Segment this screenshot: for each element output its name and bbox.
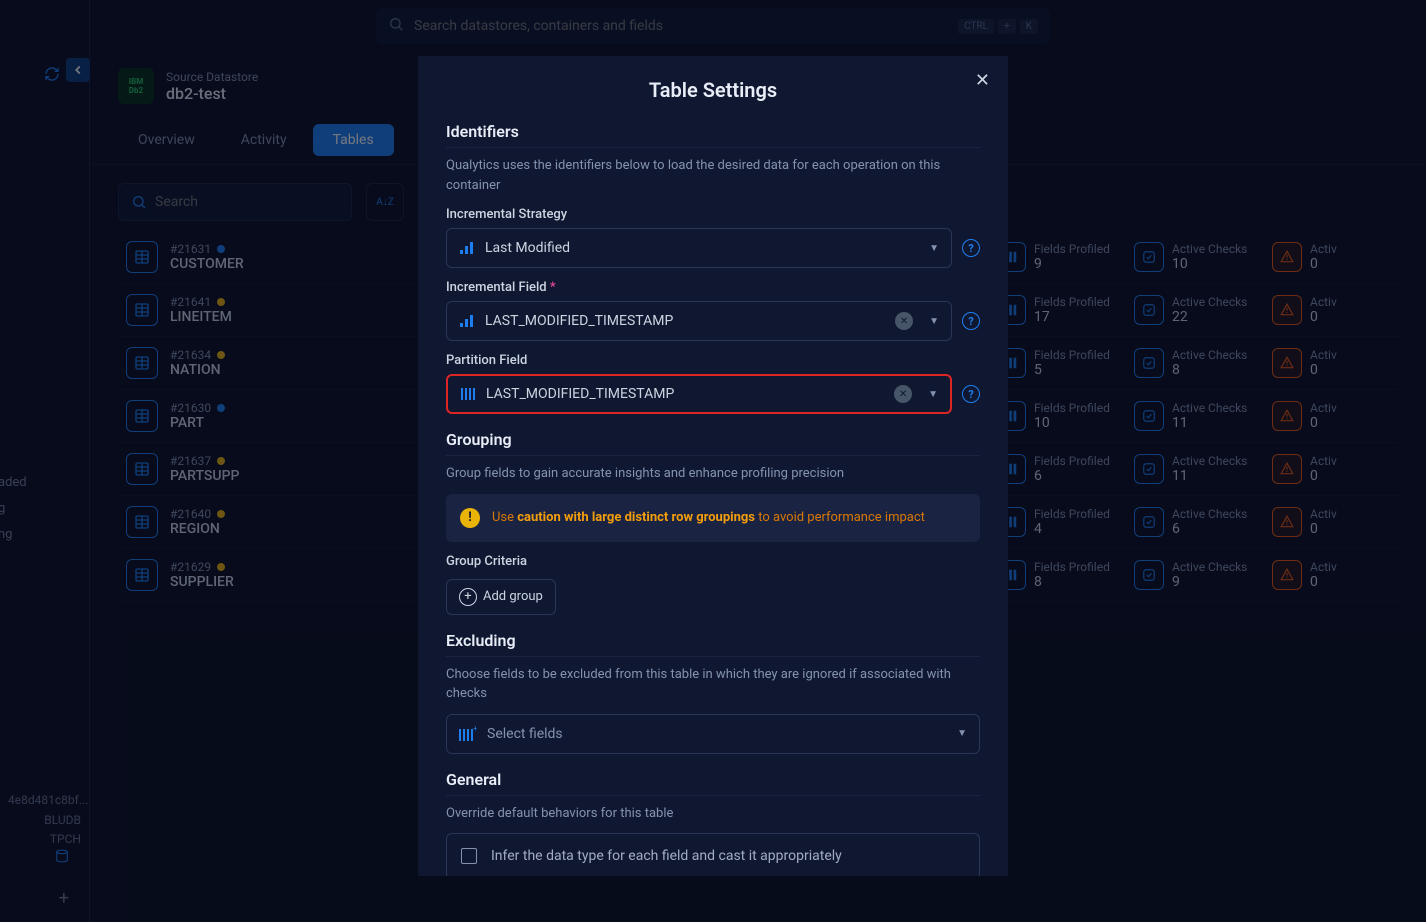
- infer-datatype-checkbox-row[interactable]: Infer the data type for each field and c…: [446, 833, 980, 876]
- incremental-strategy-select[interactable]: Last Modified ▼: [446, 228, 952, 268]
- excluding-desc: Choose fields to be excluded from this t…: [446, 665, 980, 704]
- partition-field-label: Partition Field: [446, 353, 980, 368]
- identifiers-desc: Qualytics uses the identifiers below to …: [446, 156, 980, 195]
- chevron-down-icon: ▼: [957, 728, 967, 739]
- chevron-down-icon: ▼: [929, 243, 939, 254]
- clear-icon[interactable]: ✕: [894, 385, 912, 403]
- help-icon[interactable]: ?: [962, 385, 980, 403]
- help-icon[interactable]: ?: [962, 312, 980, 330]
- incremental-field-select[interactable]: LAST_MODIFIED_TIMESTAMP ✕ ▼: [446, 301, 952, 341]
- inc-strategy-label: Incremental Strategy: [446, 207, 980, 222]
- identifiers-heading: Identifiers: [446, 122, 980, 141]
- bars-icon: [459, 240, 475, 256]
- plus-icon: +: [459, 588, 477, 606]
- add-group-button[interactable]: + Add group: [446, 579, 556, 615]
- columns-icon: [460, 386, 476, 402]
- checkbox[interactable]: [461, 848, 477, 864]
- warning-box: ! Use caution with large distinct row gr…: [446, 494, 980, 542]
- partition-field-select[interactable]: LAST_MODIFIED_TIMESTAMP ✕ ▼: [446, 374, 952, 414]
- warning-icon: !: [460, 508, 480, 528]
- close-icon[interactable]: ✕: [975, 70, 990, 91]
- general-heading: General: [446, 770, 980, 789]
- general-desc: Override default behaviors for this tabl…: [446, 804, 980, 824]
- help-icon[interactable]: ?: [962, 239, 980, 257]
- group-criteria-label: Group Criteria: [446, 554, 980, 569]
- excluding-heading: Excluding: [446, 631, 980, 650]
- modal-overlay: ✕ Table Settings Identifiers Qualytics u…: [0, 0, 1426, 922]
- grouping-heading: Grouping: [446, 430, 980, 449]
- columns-plus-icon: +: [459, 726, 477, 742]
- exclude-fields-select[interactable]: + Select fields ▼: [446, 714, 980, 754]
- clear-icon[interactable]: ✕: [895, 312, 913, 330]
- grouping-desc: Group fields to gain accurate insights a…: [446, 464, 980, 484]
- modal-title: Table Settings: [446, 78, 980, 102]
- svg-text:+: +: [473, 726, 477, 733]
- chevron-down-icon: ▼: [929, 316, 939, 327]
- bars-icon: [459, 313, 475, 329]
- inc-field-label: Incremental Field: [446, 280, 980, 295]
- chevron-down-icon: ▼: [928, 389, 938, 400]
- table-settings-modal: ✕ Table Settings Identifiers Qualytics u…: [418, 56, 1008, 876]
